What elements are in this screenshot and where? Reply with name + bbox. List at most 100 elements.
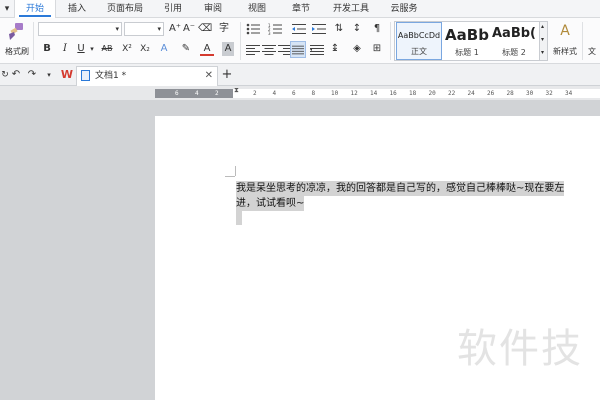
selection-paragraph-mark [236, 211, 242, 225]
menu-bar: ▾ 开始 插入 页面布局 引用 审阅 视图 章节 开发工具 云服务 [0, 0, 600, 19]
ruler-tick: 32 [545, 90, 553, 97]
font-family-select[interactable]: ▾ [38, 22, 122, 36]
document-tab[interactable]: 文档1 * ✕ [76, 66, 218, 86]
horizontal-ruler[interactable]: 6 4 2 ⧗ 2 4 6 8 10 12 14 16 18 20 22 24 26 28 30 32 34 [155, 86, 600, 98]
char-shading-icon[interactable]: A [222, 42, 234, 56]
pinyin-icon[interactable]: 字 [216, 22, 232, 36]
ruler-tick: 2 [253, 90, 257, 97]
align-left-icon[interactable] [246, 44, 260, 56]
ruler-tick: 26 [487, 90, 495, 97]
style-heading-2[interactable]: AaBb( 标题 2 [491, 22, 537, 60]
chinese-layout-icon[interactable]: ⇅ [332, 22, 346, 36]
ribbon: 格式刷 ▾ ▾ A⁺ A⁻ ⌫ 字 B I U ▾ AB X² X₂ A ✎ A… [0, 18, 600, 64]
shrink-font-button[interactable]: A⁻ [182, 22, 196, 36]
text-effect-icon[interactable]: A [156, 42, 172, 56]
tab-review[interactable]: 审阅 [200, 0, 226, 18]
ruler-tick: 22 [448, 90, 456, 97]
more-icon: ▾ [541, 49, 545, 56]
close-icon[interactable]: ✕ [205, 69, 213, 83]
divider [33, 22, 34, 60]
style-label: 标题 1 [455, 48, 479, 57]
tab-developer[interactable]: 开发工具 [328, 0, 374, 18]
bullet-list-icon[interactable] [246, 23, 260, 35]
crop-mark [225, 176, 235, 177]
bold-button[interactable]: B [40, 42, 54, 56]
numbered-list-icon[interactable]: 123 [268, 23, 282, 35]
ruler-tick: 28 [506, 90, 514, 97]
style-gallery: AaBbCcDd 正文 AaBb 标题 1 AaBb( 标题 2 [394, 21, 540, 61]
ruler-area: 6 4 2 ⧗ 2 4 6 8 10 12 14 16 18 20 22 24 26 28 30 32 34 [0, 86, 600, 100]
ruler-tick: 24 [467, 90, 475, 97]
ruler-tick: 8 [311, 90, 316, 97]
style-gallery-scroll[interactable]: ▴ ▾ ▾ [540, 21, 548, 61]
ruler-tick: 16 [389, 90, 397, 97]
font-color-button[interactable]: A [200, 42, 214, 56]
shading-icon[interactable]: ◈ [350, 42, 364, 56]
chevron-down-icon: ▾ [157, 25, 161, 33]
ruler-tick: 14 [370, 90, 378, 97]
chevron-down-icon: ▾ [541, 36, 545, 43]
wps-logo-icon[interactable]: W [60, 68, 74, 82]
show-marks-icon[interactable]: ¶ [370, 22, 384, 36]
border-icon[interactable]: ⊞ [370, 42, 384, 56]
tab-page-layout[interactable]: 页面布局 [100, 0, 150, 18]
document-tab-bar: ↻ ↶ ↷ ▾ W 文档1 * ✕ + [0, 64, 600, 86]
decrease-indent-icon[interactable] [292, 23, 306, 35]
increase-indent-icon[interactable] [312, 23, 326, 35]
divider [390, 22, 391, 60]
divider [240, 22, 241, 60]
tab-view[interactable]: 视图 [244, 0, 270, 18]
grow-font-button[interactable]: A⁺ [168, 22, 182, 36]
brush-icon [9, 23, 23, 40]
tab-references[interactable]: 引用 [160, 0, 186, 18]
format-painter-label: 格式刷 [5, 47, 29, 56]
new-style-icon: A [560, 23, 570, 39]
text-tool-label[interactable]: 文 [588, 46, 596, 57]
undo-icon[interactable]: ↶ [10, 68, 22, 82]
underline-button[interactable]: U [74, 42, 88, 56]
line-spacing-icon[interactable]: ↨ [328, 42, 342, 56]
app-menu-arrow-icon[interactable]: ▾ [2, 0, 12, 18]
ruler-tick: 12 [350, 90, 358, 97]
tab-section[interactable]: 章节 [288, 0, 314, 18]
new-style-button[interactable]: A 新样式 [550, 22, 580, 60]
strikethrough-button[interactable]: AB [98, 42, 116, 56]
align-center-icon[interactable] [262, 44, 276, 56]
ruler-tick: 6 [175, 90, 179, 97]
selected-text-line[interactable]: 我是呆坐思考的凉凉，我的回答都是自己写的，感觉自己棒棒哒~现在要左 [236, 181, 565, 196]
document-page[interactable]: 我是呆坐思考的凉凉，我的回答都是自己写的，感觉自己棒棒哒~现在要左 进，试试看呗… [155, 116, 600, 400]
tab-insert[interactable]: 插入 [62, 0, 92, 18]
document-icon [81, 70, 90, 81]
clear-format-icon[interactable]: ⌫ [198, 22, 212, 36]
qat-dropdown-icon[interactable]: ▾ [44, 68, 54, 82]
ruler-tick: 4 [195, 90, 199, 97]
tab-cloud-services[interactable]: 云服务 [386, 0, 422, 18]
sort-icon[interactable]: ↕ [350, 22, 364, 36]
ruler-margin [155, 89, 233, 98]
chevron-down-icon[interactable]: ▾ [88, 42, 96, 56]
italic-button[interactable]: I [58, 42, 72, 56]
ruler-tick: 30 [526, 90, 534, 97]
font-size-select[interactable]: ▾ [124, 22, 164, 36]
crop-mark [235, 166, 236, 176]
subscript-button[interactable]: X₂ [138, 42, 152, 56]
ruler-tick: 4 [272, 90, 277, 97]
highlight-icon[interactable]: ✎ [178, 42, 194, 56]
redo-icon[interactable]: ↷ [26, 68, 38, 82]
distribute-icon[interactable] [310, 44, 324, 56]
style-preview: AaBb [445, 26, 489, 44]
style-heading-1[interactable]: AaBb 标题 1 [444, 22, 490, 60]
indent-marker-icon[interactable]: ⧗ [234, 86, 239, 95]
superscript-button[interactable]: X² [120, 42, 134, 56]
selected-text-line[interactable]: 进，试试看呗~ [236, 196, 305, 211]
new-tab-icon[interactable]: + [220, 68, 234, 82]
justify-button[interactable] [290, 41, 306, 58]
ruler-tick: 6 [292, 90, 296, 97]
style-normal[interactable]: AaBbCcDd 正文 [396, 22, 442, 60]
watermark: 软件技 [457, 326, 583, 372]
tab-home[interactable]: 开始 [14, 0, 56, 19]
refresh-icon[interactable]: ↻ [0, 68, 10, 82]
new-style-label: 新样式 [553, 47, 577, 56]
format-painter-button[interactable]: 格式刷 [2, 20, 30, 60]
style-preview: AaBb( [492, 26, 536, 41]
